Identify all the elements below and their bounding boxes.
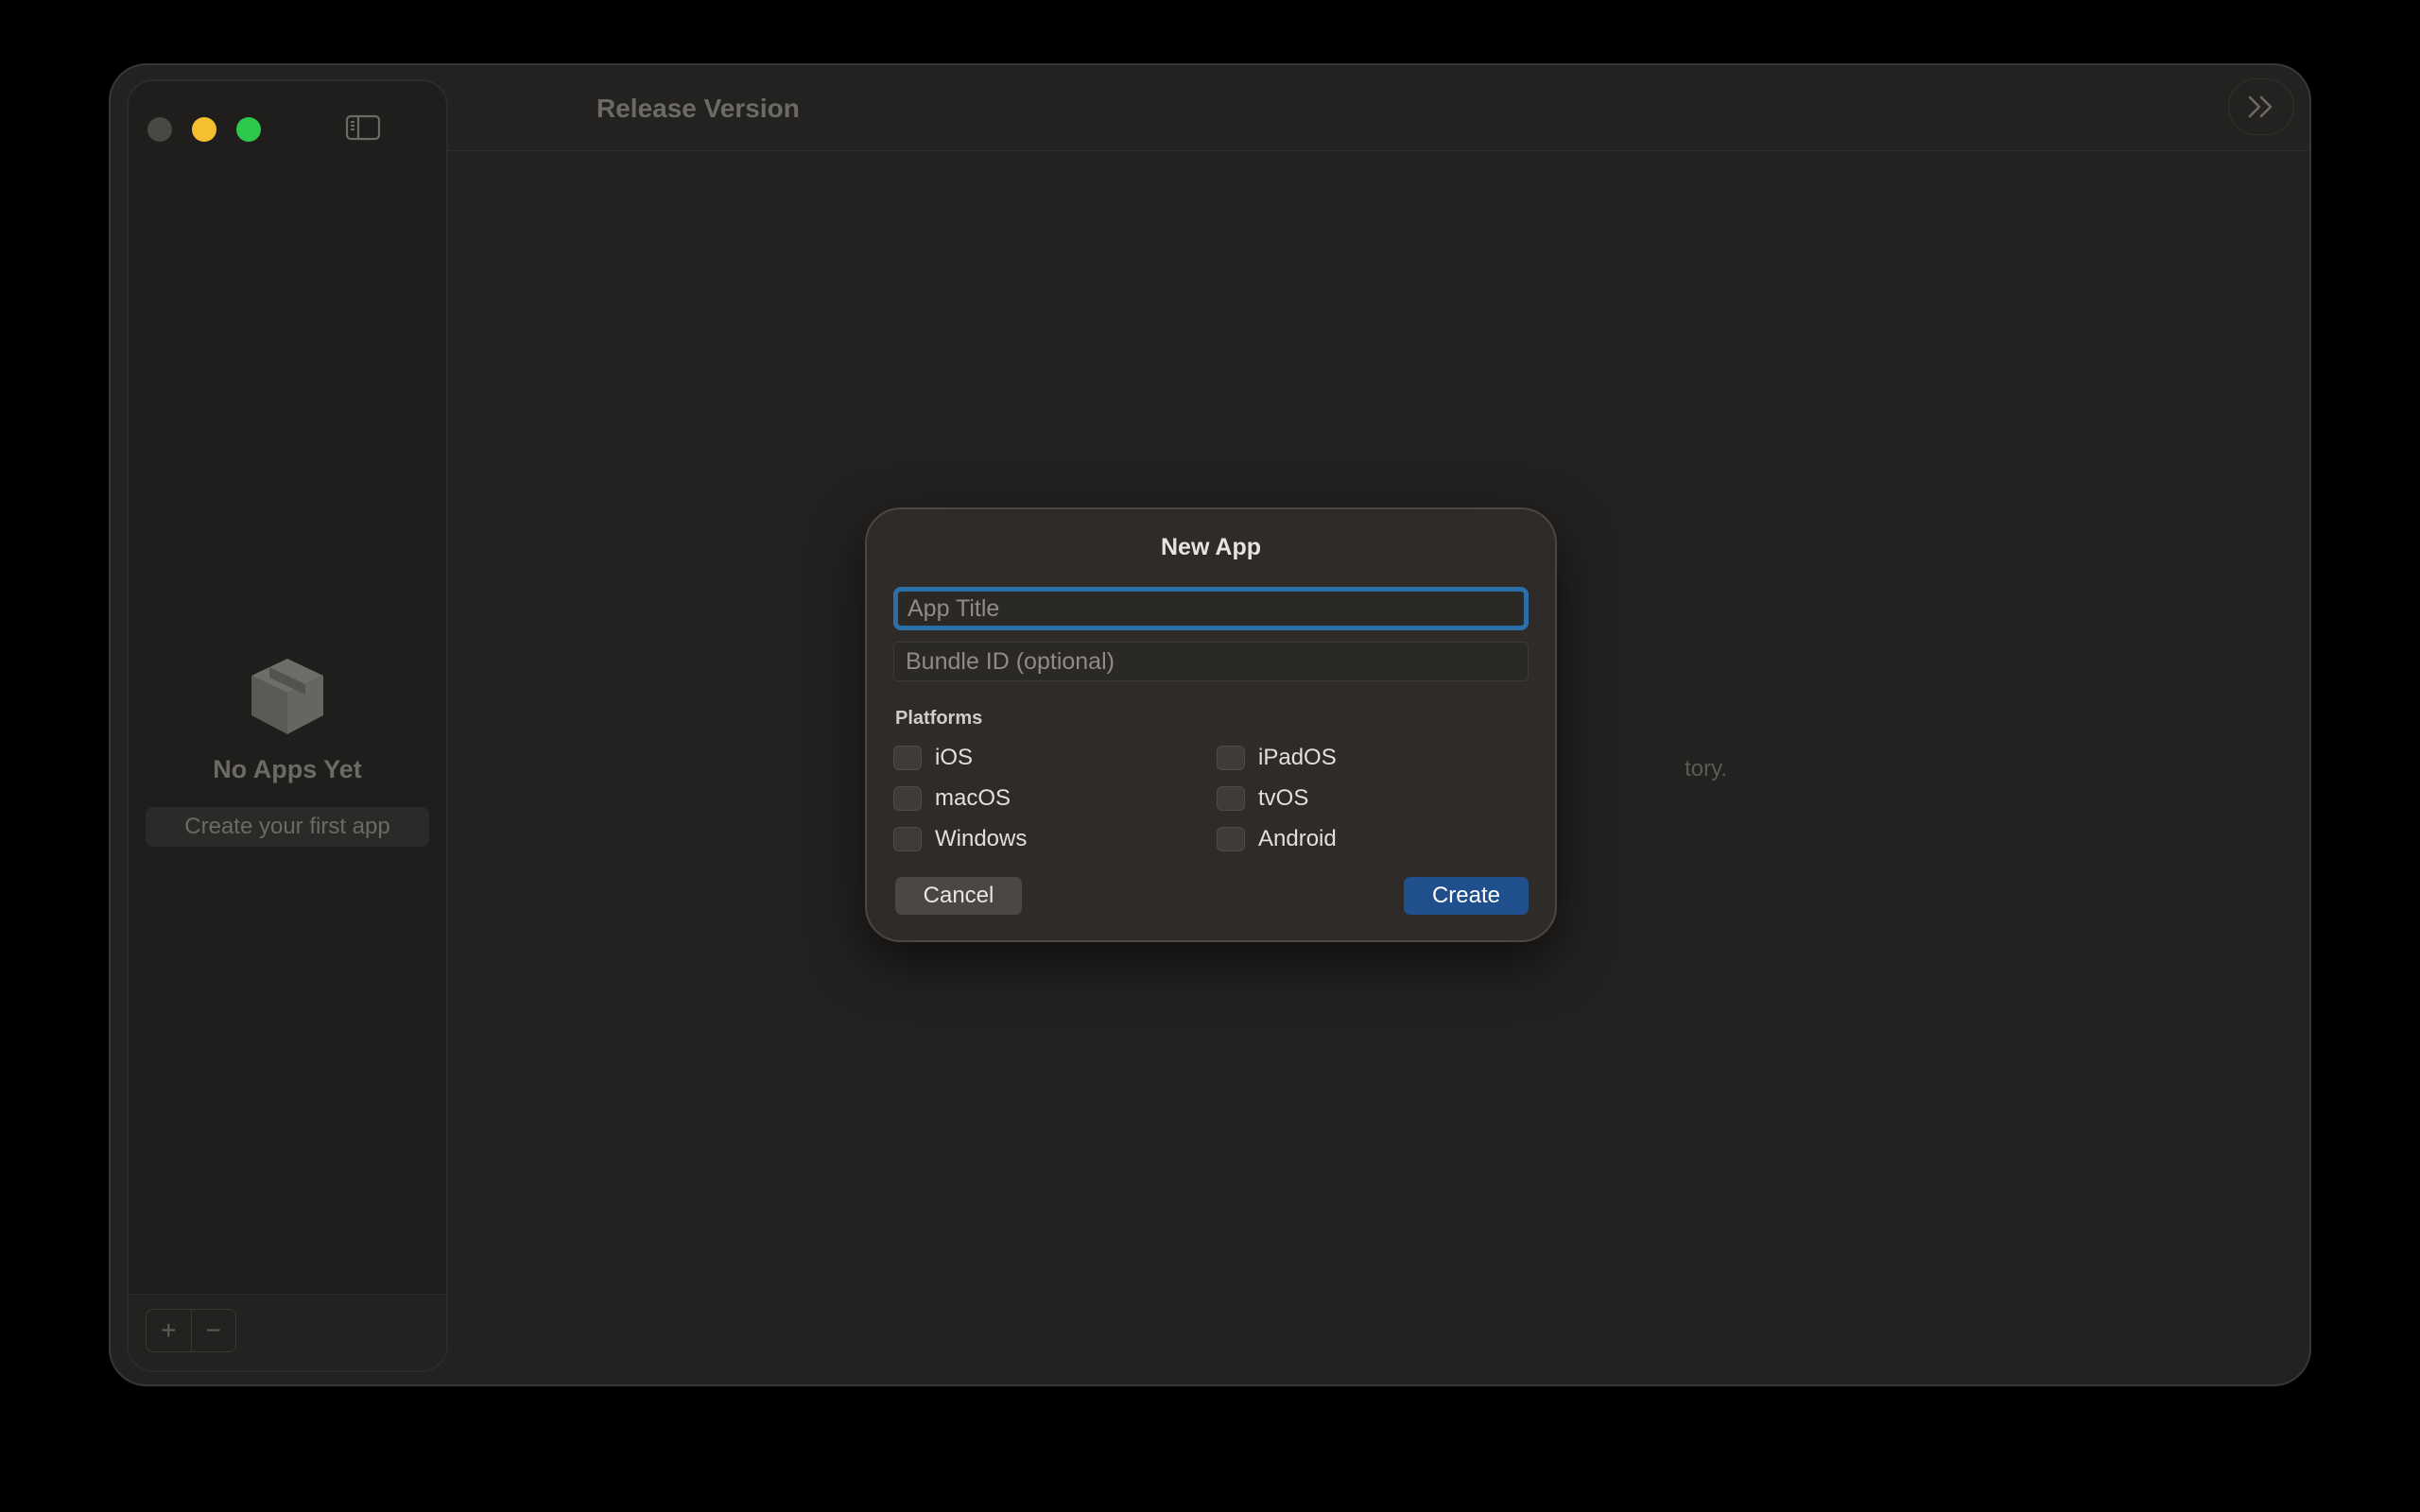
macos-checkbox[interactable] [893,786,922,811]
platform-windows[interactable]: Windows [893,824,1027,854]
tvos-checkbox[interactable] [1217,786,1245,811]
ipados-checkbox[interactable] [1217,746,1245,770]
sidebar-empty-state: No Apps Yet Create your first app [129,653,446,847]
platform-label: Android [1258,826,1337,851]
platform-ipados[interactable]: iPadOS [1217,743,1337,773]
platform-label: macOS [935,785,1011,811]
create-button[interactable]: Create [1404,877,1529,915]
platform-label: tvOS [1258,785,1309,811]
add-app-button[interactable]: + [147,1310,191,1351]
package-box-icon [242,653,333,738]
create-first-app-button[interactable]: Create your first app [146,807,429,847]
platform-label: Windows [935,826,1028,851]
platform-android[interactable]: Android [1217,824,1337,854]
sidebar-footer: + − [129,1294,446,1370]
platform-tvos[interactable]: tvOS [1217,783,1308,814]
inspector-toggle-button[interactable] [2228,78,2294,135]
empty-state-title: No Apps Yet [213,755,362,783]
ios-checkbox[interactable] [893,746,922,770]
platform-ios[interactable]: iOS [893,743,973,773]
maximize-window-button[interactable] [236,117,261,142]
remove-app-button[interactable]: − [190,1310,236,1351]
close-window-button[interactable] [147,117,172,142]
bundle-id-input[interactable] [893,642,1529,681]
dialog-title: New App [1160,534,1262,560]
new-app-dialog: New App Platforms iOS iPadOS macOS tvOS … [865,507,1557,942]
add-remove-control: + − [146,1309,236,1352]
android-checkbox[interactable] [1217,827,1245,851]
windows-checkbox[interactable] [893,827,922,851]
chevron-double-right-icon [2248,95,2273,118]
sidebar: No Apps Yet Create your first app + − [127,79,448,1372]
window-title: Release Version [596,94,800,123]
app-title-input[interactable] [893,587,1529,630]
cancel-button[interactable]: Cancel [895,877,1022,915]
sidebar-toggle-icon[interactable] [345,113,381,142]
platform-label: iOS [935,745,974,770]
platform-label: iPadOS [1258,745,1337,770]
platform-macos[interactable]: macOS [893,783,1011,814]
platforms-label: Platforms [895,708,983,729]
minimize-window-button[interactable] [192,117,216,142]
toolbar: Release Version [448,65,2309,151]
